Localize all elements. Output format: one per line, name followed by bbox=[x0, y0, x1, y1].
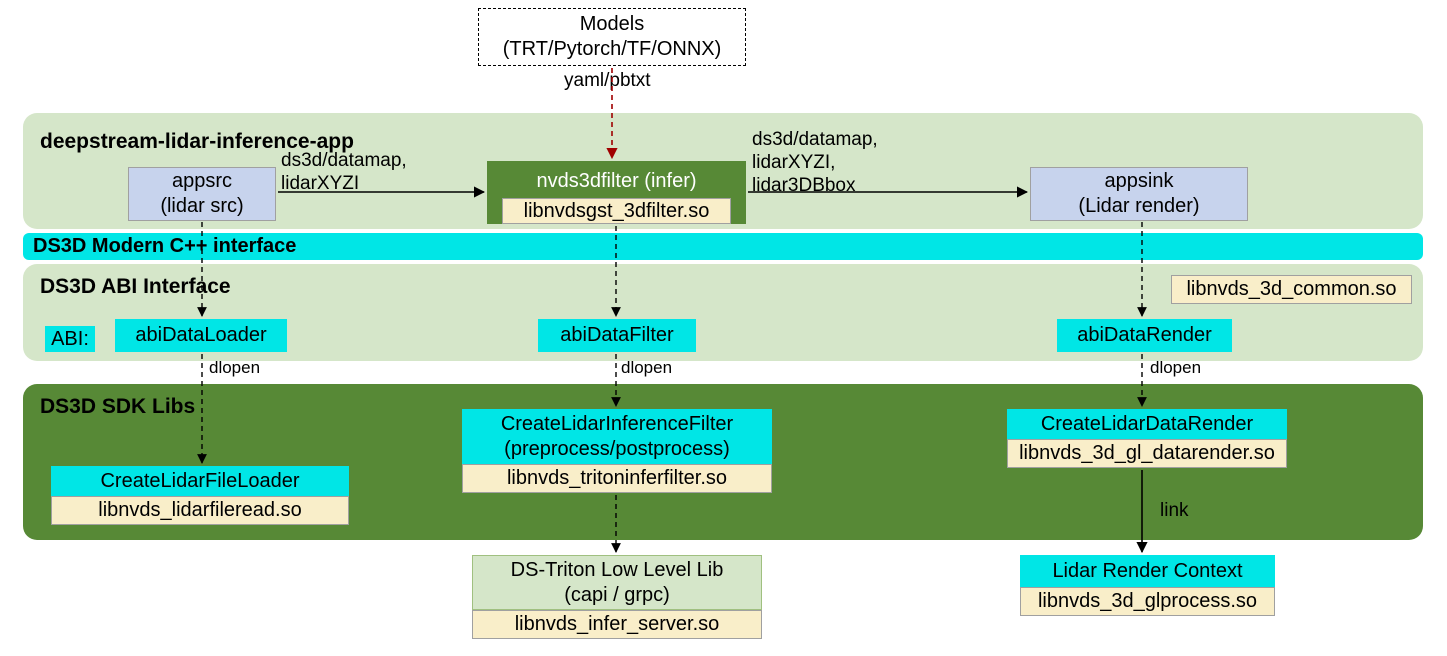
link-label: link bbox=[1160, 500, 1189, 523]
nvds3dfilter-title: nvds3dfilter (infer) bbox=[536, 169, 696, 194]
sdk-render-lib: libnvds_3d_gl_datarender.so bbox=[1007, 439, 1287, 468]
sdk-loader-lib: libnvds_lidarfileread.so bbox=[51, 496, 349, 525]
models-node: Models (TRT/Pytorch/TF/ONNX) bbox=[478, 8, 746, 66]
sdk-infer-lib: libnvds_tritoninferfilter.so bbox=[462, 464, 772, 493]
triton-node: DS-Triton Low Level Lib (capi / grpc) bbox=[472, 555, 762, 610]
appsink-node: appsink (Lidar render) bbox=[1030, 167, 1248, 221]
appsrc-node: appsrc (lidar src) bbox=[128, 167, 276, 221]
render-context-lib: libnvds_3d_glprocess.so bbox=[1020, 587, 1275, 616]
sdk-loader: CreateLidarFileLoader bbox=[51, 466, 349, 496]
models-line1: Models bbox=[580, 12, 644, 37]
dlopen-2: dlopen bbox=[621, 358, 672, 378]
appsrc-line2: (lidar src) bbox=[160, 194, 243, 219]
edge1-label: ds3d/datamap, lidarXYZI bbox=[281, 150, 407, 196]
abi-common-lib: libnvds_3d_common.so bbox=[1171, 275, 1412, 304]
models-format: yaml/pbtxt bbox=[564, 70, 651, 93]
appsrc-line1: appsrc bbox=[172, 169, 232, 194]
triton-lib: libnvds_infer_server.so bbox=[472, 610, 762, 639]
edge2-label: ds3d/datamap, lidarXYZI, lidar3DBbox bbox=[752, 129, 878, 197]
models-line2: (TRT/Pytorch/TF/ONNX) bbox=[503, 37, 722, 62]
render-context: Lidar Render Context bbox=[1020, 555, 1275, 587]
appsink-line2: (Lidar render) bbox=[1078, 194, 1199, 219]
abi-filter: abiDataFilter bbox=[538, 319, 696, 352]
dlopen-1: dlopen bbox=[209, 358, 260, 378]
abi-render: abiDataRender bbox=[1057, 319, 1232, 352]
layer-sdk-title: DS3D SDK Libs bbox=[40, 395, 195, 419]
abi-loader: abiDataLoader bbox=[115, 319, 287, 352]
appsink-line1: appsink bbox=[1105, 169, 1174, 194]
abi-tag: ABI: bbox=[45, 326, 95, 352]
sdk-render: CreateLidarDataRender bbox=[1007, 409, 1287, 439]
sdk-infer: CreateLidarInferenceFilter (preprocess/p… bbox=[462, 409, 772, 464]
nvds3dfilter-lib: libnvdsgst_3dfilter.so bbox=[502, 198, 731, 224]
layer-abi-title: DS3D ABI Interface bbox=[40, 275, 231, 299]
layer-cpp-title: DS3D Modern C++ interface bbox=[33, 234, 296, 259]
dlopen-3: dlopen bbox=[1150, 358, 1201, 378]
layer-cpp: DS3D Modern C++ interface bbox=[23, 233, 1423, 260]
